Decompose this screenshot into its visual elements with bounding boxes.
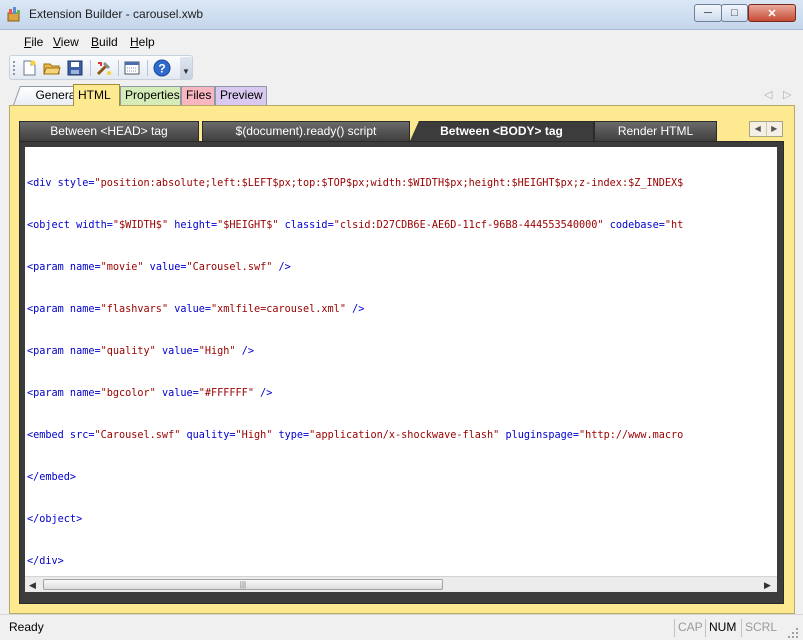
code-line: <param name="flashvars" value="xmlfile=c… bbox=[27, 304, 365, 315]
grip-icon: ||| bbox=[239, 580, 247, 589]
tab-preview[interactable]: Preview bbox=[215, 86, 267, 105]
tab-between-body[interactable]: Between <BODY> tag bbox=[409, 121, 594, 143]
code-line: </object> bbox=[27, 514, 83, 525]
open-folder-icon[interactable] bbox=[43, 59, 61, 77]
scrollbar-thumb[interactable]: ||| bbox=[43, 579, 443, 590]
menu-help[interactable]: Help bbox=[130, 35, 155, 49]
code-text[interactable]: <div style="position:absolute;left:$LEFT… bbox=[27, 149, 683, 576]
scroll-lock-indicator: SCRL bbox=[741, 619, 780, 637]
toolbar: ? ▼ bbox=[9, 55, 193, 80]
menu-build[interactable]: Build bbox=[91, 35, 118, 49]
maximize-icon: □ bbox=[731, 7, 738, 19]
main-tab-strip: General HTML Properties Files Preview ◁ … bbox=[9, 84, 795, 106]
menu-file[interactable]: File bbox=[24, 35, 43, 49]
minimize-icon: ─ bbox=[704, 7, 712, 19]
code-line: <param name="movie" value="Carousel.swf"… bbox=[27, 262, 291, 273]
close-icon: ✕ bbox=[767, 7, 777, 20]
menu-bar: File View Build Help bbox=[9, 32, 795, 52]
help-icon[interactable]: ? bbox=[153, 59, 171, 77]
html-tab-scroll: ◀ ▶ bbox=[749, 121, 783, 137]
code-line: </embed> bbox=[27, 472, 77, 483]
chevron-left-icon[interactable]: ◀ bbox=[750, 122, 766, 136]
preview-window-icon[interactable] bbox=[123, 59, 141, 77]
tab-between-head[interactable]: Between <HEAD> tag bbox=[19, 121, 199, 142]
new-file-icon[interactable] bbox=[20, 59, 38, 77]
code-line: <param name="quality" value="High" /> bbox=[27, 346, 254, 357]
tab-scroll-left-icon[interactable]: ◁ bbox=[764, 88, 772, 101]
toolbar-separator bbox=[118, 60, 119, 76]
tab-properties[interactable]: Properties bbox=[120, 86, 181, 105]
toolbar-separator bbox=[147, 60, 148, 76]
status-bar: Ready CAP NUM SCRL bbox=[0, 614, 803, 640]
horizontal-scrollbar[interactable]: ◀ ||| ▶ bbox=[25, 576, 777, 592]
toolbar-grip[interactable] bbox=[13, 61, 17, 75]
code-line: </div> bbox=[27, 556, 64, 567]
caps-lock-indicator: CAP bbox=[674, 619, 706, 637]
app-tools-icon bbox=[7, 7, 20, 22]
chevron-right-icon[interactable]: ▶ bbox=[765, 122, 783, 136]
code-line: <div style="position:absolute;left:$LEFT… bbox=[27, 178, 684, 189]
num-lock-indicator: NUM bbox=[705, 619, 739, 637]
minimize-button[interactable]: ─ bbox=[694, 4, 722, 22]
code-line: <object width="$WIDTH$" height="$HEIGHT$… bbox=[27, 220, 684, 231]
code-line: <param name="bgcolor" value="#FFFFFF" /> bbox=[27, 388, 273, 399]
maximize-button[interactable]: □ bbox=[721, 4, 748, 22]
svg-text:?: ? bbox=[158, 62, 165, 76]
build-tools-icon[interactable] bbox=[95, 59, 113, 77]
code-line: <embed src="Carousel.swf" quality="High"… bbox=[27, 430, 684, 441]
toolbar-options-button[interactable]: ▼ bbox=[180, 57, 192, 79]
scroll-left-icon[interactable]: ◀ bbox=[29, 580, 36, 591]
title-bar: Extension Builder - carousel.xwb ─ □ ✕ bbox=[0, 0, 803, 30]
menu-view[interactable]: View bbox=[53, 35, 79, 49]
tab-document-ready[interactable]: $(document).ready() script bbox=[202, 121, 410, 142]
status-text: Ready bbox=[9, 620, 44, 634]
toolbar-options-icon: ▼ bbox=[182, 67, 190, 76]
resize-grip-icon[interactable] bbox=[787, 627, 799, 639]
scroll-right-icon[interactable]: ▶ bbox=[764, 580, 771, 591]
tab-render-html[interactable]: Render HTML bbox=[594, 121, 717, 142]
tab-files[interactable]: Files bbox=[181, 86, 215, 105]
window-title: Extension Builder - carousel.xwb bbox=[29, 7, 204, 21]
tab-html[interactable]: HTML bbox=[73, 84, 120, 106]
code-editor[interactable]: <div style="position:absolute;left:$LEFT… bbox=[25, 147, 777, 576]
tab-scroll-right-icon[interactable]: ▷ bbox=[783, 88, 791, 101]
toolbar-separator bbox=[90, 60, 91, 76]
close-button[interactable]: ✕ bbox=[748, 4, 796, 22]
tab-general[interactable]: General bbox=[13, 86, 82, 105]
save-icon[interactable] bbox=[66, 59, 84, 77]
